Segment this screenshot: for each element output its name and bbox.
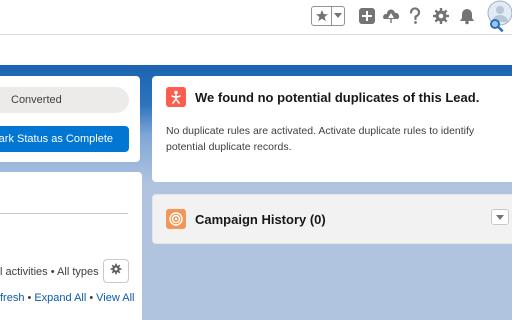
favorites-star-icon[interactable] [312,7,332,25]
mark-status-complete-button[interactable]: Mark Status as Complete [0,126,129,152]
path-status-label: Converted [11,94,62,106]
activity-filter-settings-button[interactable] [103,259,129,283]
activity-divider [0,213,128,214]
duplicate-lead-icon [166,87,186,107]
mark-status-complete-label: Mark Status as Complete [0,133,113,145]
duplicates-title: We found no potential duplicates of this… [195,90,480,105]
favorites-button-group[interactable] [311,6,345,26]
record-subheader [0,35,512,65]
setup-gear-icon[interactable] [431,6,451,26]
user-avatar-icon[interactable] [486,0,512,33]
campaign-history-title[interactable]: Campaign History (0) [195,212,326,227]
duplicates-message: No duplicate rules are activated. Activa… [166,125,475,153]
view-all-link[interactable]: View All [96,292,134,304]
path-status-stage[interactable]: Converted [0,87,129,113]
campaign-history-menu-button[interactable] [491,209,509,225]
activity-links: fresh • Expand All • View All [0,292,135,304]
refresh-link[interactable]: fresh [0,292,24,304]
gear-icon [110,262,122,280]
link-separator: • [89,292,94,304]
activity-filter-text: l activities • All types [0,266,99,278]
notifications-bell-icon[interactable] [457,6,477,26]
expand-all-link[interactable]: Expand All [34,292,86,304]
global-actions-icon[interactable] [357,6,377,26]
chevron-down-icon [496,208,504,226]
trailhead-icon[interactable] [381,6,401,26]
help-icon[interactable] [405,6,425,26]
link-separator: • [27,292,32,304]
campaign-target-icon [166,209,186,229]
favorites-dropdown-icon[interactable] [332,7,344,25]
